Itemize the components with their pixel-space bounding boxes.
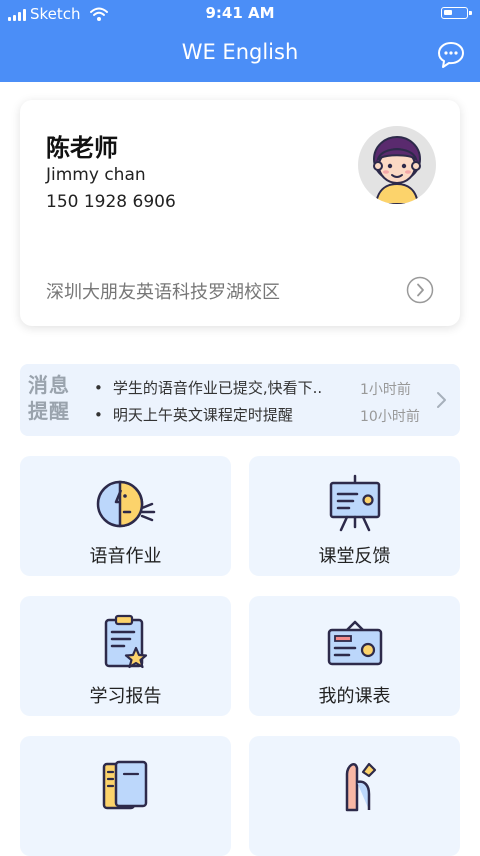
notification-item[interactable]: • 学生的语音作业已提交,快看下.. [94,377,322,398]
hand-icon [345,762,377,812]
menu-class-feedback[interactable]: 课堂反馈 [249,456,460,576]
menu-item-hand[interactable] [249,736,460,856]
menu-label: 学习报告 [89,686,162,707]
menu-label: 课堂反馈 [318,546,391,567]
teacher-name: 陈老师 [46,134,118,162]
message-reminder-panel[interactable]: 消息 提醒 • 学生的语音作业已提交,快看下.. 1小时前 • 明天上午英文课程定时… [20,364,460,436]
app-title: WE English [181,40,299,64]
study-report-icon [104,614,148,669]
notification-item[interactable]: • 明天上午英文课程定时提醒 [94,404,293,425]
my-schedule-icon [327,620,383,666]
notification-time: 1小时前 [360,382,411,398]
chevron-right-circle-icon[interactable] [406,276,434,304]
teacher-english-name: Jimmy chan [46,165,146,185]
menu-study-report[interactable]: 学习报告 [20,596,231,716]
menu-label: 语音作业 [89,546,162,567]
status-bar: Sketch 9:41 AM [0,0,480,28]
school-name: 深圳大朋友英语科技罗湖校区 [46,282,280,303]
battery-icon [441,7,472,19]
menu-label: 我的课表 [318,686,391,707]
teacher-avatar[interactable] [358,126,436,204]
notification-time: 10小时前 [360,409,420,425]
teacher-phone: 150 1928 6906 [46,192,176,212]
menu-voice-homework[interactable]: 语音作业 [20,456,231,576]
notebook-icon [102,760,148,810]
menu-my-schedule[interactable]: 我的课表 [249,596,460,716]
class-feedback-icon [329,474,381,532]
teacher-profile-card[interactable]: 陈老师 Jimmy chan 150 1928 6906 深圳大朋友英语科技罗湖… [20,100,460,326]
app-header: Sketch 9:41 AM WE English [0,0,480,82]
menu-item-notebook[interactable] [20,736,231,856]
message-reminder-label: 消息 提醒 [28,373,70,423]
chevron-right-icon[interactable] [434,390,448,410]
avatar-illustration-icon [373,136,421,204]
voice-homework-icon [96,480,156,528]
chat-bubble-icon[interactable] [436,40,466,70]
status-time: 9:41 AM [205,4,275,22]
